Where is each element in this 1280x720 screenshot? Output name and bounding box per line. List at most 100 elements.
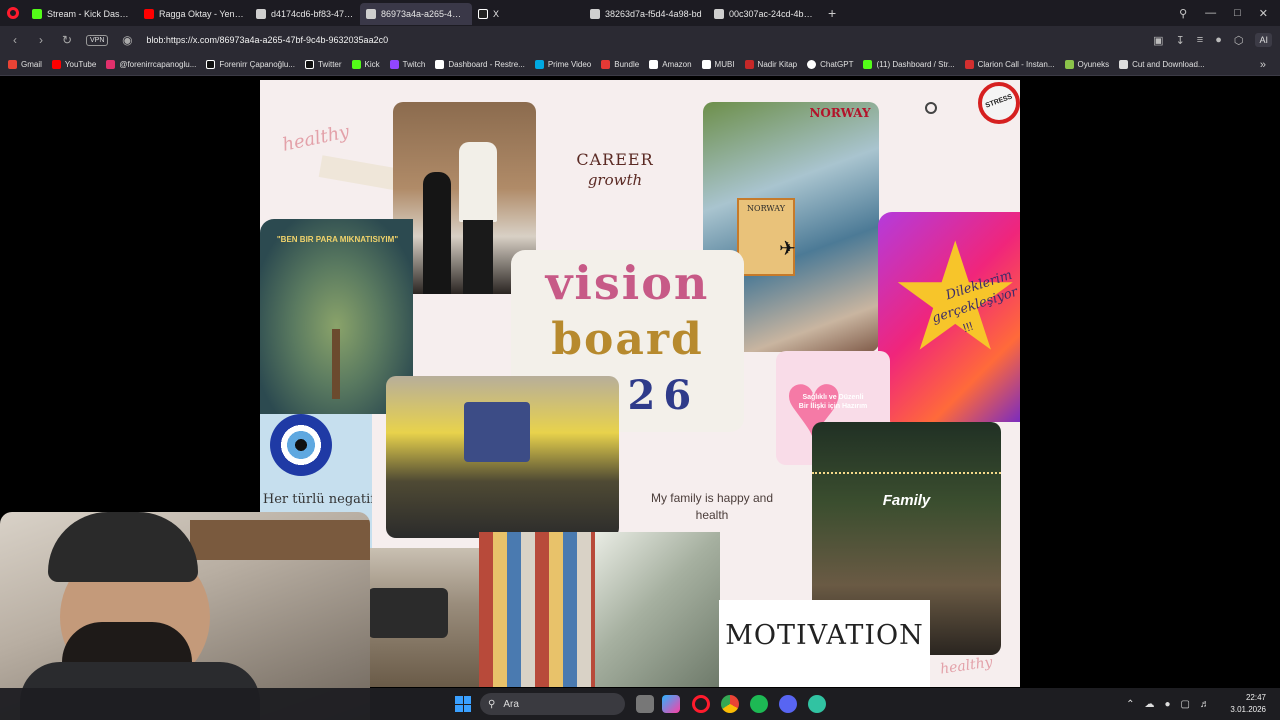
address-bar-actions: ▣ ↧ ≡ ● ⬡ AI — [1153, 26, 1272, 54]
search-tabs-icon[interactable]: ⚲ — [1179, 7, 1187, 20]
tab-blob-00c30[interactable]: 00c307ac-24cd-4b32-945 — [708, 3, 820, 25]
bookmark-item[interactable]: Bundle — [601, 60, 639, 69]
speaker-icon[interactable]: ♬ — [1200, 699, 1210, 710]
windows-taskbar: ⚲ Ara ⌃ ☁ ● ▢ ♬ 22:47 3.01.2026 — [0, 688, 1280, 720]
fans-celebration-photo — [386, 376, 619, 538]
bookmark-item[interactable]: Gmail — [8, 60, 42, 69]
bookmark-item[interactable]: Oyuneks — [1064, 60, 1110, 69]
download-icon[interactable]: ↧ — [1176, 34, 1185, 47]
bookmark-item[interactable]: MUBI — [701, 60, 735, 69]
bookmark-item[interactable]: Nadir Kitap — [744, 60, 797, 69]
bookmark-label: Twitter — [317, 60, 342, 69]
bookmarks-overflow-icon[interactable]: » — [1260, 59, 1266, 71]
maximize-button[interactable]: □ — [1234, 7, 1241, 19]
page-icon — [714, 9, 724, 19]
bookmarks-bar: Gmail YouTube @forenirrcapanoglu... Fore… — [0, 54, 1280, 76]
clock-date: 3.01.2026 — [1230, 705, 1266, 714]
bookmark-item[interactable]: Kick — [351, 60, 380, 69]
bookmark-item[interactable]: Twitter — [304, 60, 342, 69]
opera-menu-icon[interactable] — [0, 0, 26, 26]
bookmark-item[interactable]: Dashboard - Restre... — [435, 60, 525, 69]
amazon-icon — [649, 60, 659, 69]
bookmark-item[interactable]: YouTube — [51, 60, 96, 69]
spotify-icon[interactable] — [750, 695, 768, 713]
address-bar: ‹ › ↻ VPN ◉ blob:https://x.com/86973a4a-… — [0, 26, 1280, 54]
tab-kick-dashboard[interactable]: Stream - Kick Dashboard — [26, 3, 138, 25]
forward-icon[interactable]: › — [34, 33, 48, 47]
tab-x[interactable]: X — [472, 3, 584, 25]
close-button[interactable]: ✕ — [1259, 7, 1268, 20]
pickup-truck-photo — [368, 548, 480, 687]
display-icon[interactable]: ▢ — [1181, 699, 1190, 710]
page-icon — [1119, 60, 1129, 69]
x-logo-icon — [304, 60, 314, 69]
money-magnet-text: "BEN BIR PARA MIKNATISIYIM" — [276, 235, 399, 244]
bookmark-label: MUBI — [714, 60, 735, 69]
bookmark-label: Twitch — [402, 60, 426, 69]
site-info-icon[interactable]: ◉ — [120, 33, 134, 47]
norway-poster-text: NORWAY — [747, 204, 785, 213]
extensions-icon[interactable]: ⬡ — [1234, 34, 1244, 47]
taskbar-search[interactable]: ⚲ Ara — [480, 693, 625, 715]
gmail-icon — [8, 60, 17, 69]
vpn-badge[interactable]: VPN — [86, 34, 109, 46]
bookmark-item[interactable]: Amazon — [649, 60, 692, 69]
bookmark-item[interactable]: Twitch — [389, 60, 426, 69]
bookmark-item[interactable]: (11) Dashboard / Str... — [863, 60, 955, 69]
kick-icon — [863, 60, 873, 69]
page-icon — [256, 9, 266, 19]
stress-text: STRESS — [984, 93, 1014, 110]
tab-label: 00c307ac-24cd-4b32-945 — [729, 9, 814, 19]
x-logo-icon — [478, 9, 488, 19]
bookmark-label: Gmail — [21, 60, 42, 69]
motivation-card: MOTIVATION — [719, 600, 930, 687]
copilot-icon[interactable] — [662, 695, 680, 713]
bookmark-item[interactable]: @forenirrcapanoglu... — [106, 60, 196, 69]
family-happy-text: My family is happy and health — [650, 491, 774, 522]
reload-icon[interactable]: ↻ — [60, 33, 74, 47]
bookmark-label: Cut and Download... — [1132, 60, 1205, 69]
bookmark-item[interactable]: Forenirr Çapanoğlu... — [206, 60, 295, 69]
search-placeholder: Ara — [503, 698, 519, 710]
chevron-up-icon[interactable]: ⌃ — [1126, 699, 1134, 710]
back-icon[interactable]: ‹ — [8, 33, 22, 47]
tab-youtube-ragga[interactable]: Ragga Oktay - Yeniden (C — [138, 3, 250, 25]
tab-blob-d4174[interactable]: d4174cd6-bf83-47b8-9fa — [250, 3, 360, 25]
tab-label: Ragga Oktay - Yeniden (C — [159, 9, 244, 19]
tab-label: 38263d7a-f5d4-4a98-bd — [605, 9, 702, 19]
evil-eye-icon — [270, 414, 332, 476]
streamlabs-icon[interactable] — [808, 695, 826, 713]
tab-blob-38263[interactable]: 38263d7a-f5d4-4a98-bd — [584, 3, 708, 25]
instagram-icon — [106, 60, 116, 69]
easy-setup-icon[interactable]: ≡ — [1197, 34, 1203, 46]
vision-text: vision — [545, 256, 710, 310]
url-field[interactable]: blob:https://x.com/86973a4a-a265-47bf-9c… — [146, 35, 388, 45]
kick-icon — [351, 60, 361, 69]
microphone-icon[interactable]: ● — [1165, 699, 1171, 710]
bookmark-label: Oyuneks — [1077, 60, 1110, 69]
bookmark-item[interactable]: Cut and Download... — [1119, 60, 1205, 69]
snapshot-icon[interactable]: ▣ — [1153, 34, 1163, 47]
chatgpt-icon — [807, 60, 817, 69]
tab-label: 86973a4a-a265-47bf-9c4 — [381, 9, 466, 19]
tab-label: X — [493, 9, 500, 19]
chrome-icon[interactable] — [721, 695, 739, 713]
windows-start-icon[interactable] — [455, 696, 471, 712]
opera-taskbar-icon[interactable] — [692, 695, 710, 713]
bookmark-item[interactable]: Clarion Call - Instan... — [964, 60, 1055, 69]
taskbar-clock[interactable]: 22:47 3.01.2026 — [1230, 692, 1266, 716]
task-view-icon[interactable] — [636, 695, 654, 713]
motivation-text: MOTIVATION — [725, 620, 924, 651]
discord-icon[interactable] — [779, 695, 797, 713]
cloud-icon[interactable]: ☁ — [1145, 699, 1155, 710]
profile-icon[interactable]: ● — [1215, 34, 1222, 46]
bookmark-label: ChatGPT — [820, 60, 854, 69]
growth-text: growth — [587, 171, 643, 189]
tab-blob-86973[interactable]: 86973a4a-a265-47bf-9c4 — [360, 3, 472, 25]
bookmark-item[interactable]: ChatGPT — [807, 60, 853, 69]
new-tab-button[interactable]: + — [820, 5, 844, 21]
minimize-button[interactable]: — — [1205, 7, 1216, 19]
aria-ai-button[interactable]: AI — [1255, 33, 1272, 47]
wishes-star-image: ★ Dileklerim gerçekleşiyor !!! — [878, 212, 1020, 422]
bookmark-item[interactable]: Prime Video — [534, 60, 591, 69]
